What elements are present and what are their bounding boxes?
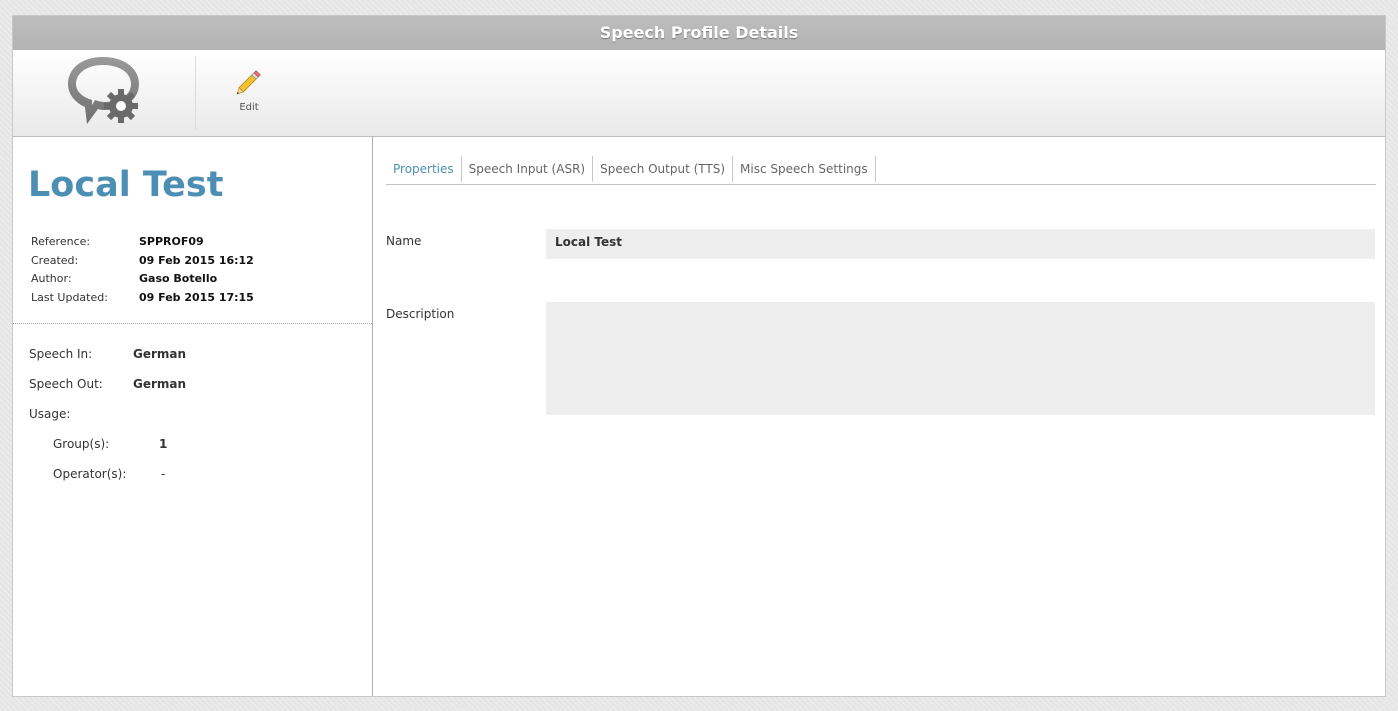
tab-speech-output[interactable]: Speech Output (TTS) bbox=[593, 156, 734, 182]
meta-label: Author: bbox=[31, 272, 72, 285]
tab-misc-speech-settings[interactable]: Misc Speech Settings bbox=[733, 156, 876, 182]
tab-speech-input[interactable]: Speech Input (ASR) bbox=[462, 156, 594, 182]
meta-value: 09 Feb 2015 17:15 bbox=[139, 290, 254, 304]
speech-in-row: Speech In: German bbox=[29, 347, 186, 377]
description-label: Description bbox=[386, 307, 455, 321]
speech-out-value: German bbox=[133, 377, 187, 391]
description-field[interactable] bbox=[546, 302, 1375, 415]
window-title: Speech Profile Details bbox=[13, 16, 1385, 50]
meta-row-last-updated: Last Updated: 09 Feb 2015 17:15 bbox=[31, 291, 254, 310]
edit-button[interactable]: Edit bbox=[229, 68, 269, 120]
section-divider bbox=[13, 323, 372, 324]
profile-stats: Speech In: German Speech Out: German Usa… bbox=[29, 347, 186, 497]
meta-value: 09 Feb 2015 16:12 bbox=[139, 253, 254, 267]
usage-row: Usage: bbox=[29, 407, 186, 437]
profile-details-panel: Properties Speech Input (ASR) Speech Out… bbox=[386, 156, 1376, 415]
operators-value: - bbox=[161, 467, 166, 481]
operators-row: Operator(s): - bbox=[29, 467, 186, 497]
toolbar-divider bbox=[195, 56, 196, 130]
groups-row: Group(s): 1 bbox=[29, 437, 186, 467]
meta-row-author: Author: Gaso Botello bbox=[31, 272, 254, 291]
meta-label: Last Updated: bbox=[31, 290, 108, 304]
meta-row-created: Created: 09 Feb 2015 16:12 bbox=[31, 254, 254, 273]
groups-value: 1 bbox=[159, 437, 168, 451]
usage-label: Usage: bbox=[29, 407, 71, 421]
meta-label: Reference: bbox=[31, 235, 91, 248]
profile-summary-panel: Local Test Reference: SPPROF09 Created: … bbox=[13, 137, 373, 696]
speech-in-label: Speech In: bbox=[29, 347, 93, 361]
meta-row-reference: Reference: SPPROF09 bbox=[31, 235, 254, 254]
speech-out-label: Speech Out: bbox=[29, 377, 103, 391]
name-label: Name bbox=[386, 234, 422, 248]
operators-label: Operator(s): bbox=[53, 467, 127, 481]
profile-title: Local Test bbox=[28, 165, 224, 205]
toolbar: Edit bbox=[13, 50, 1385, 137]
pencil-icon bbox=[236, 70, 261, 95]
speech-in-value: German bbox=[133, 347, 187, 361]
speech-profile-logo-icon bbox=[65, 54, 145, 128]
edit-label: Edit bbox=[239, 102, 259, 113]
tab-properties[interactable]: Properties bbox=[386, 156, 462, 182]
meta-label: Created: bbox=[31, 253, 79, 267]
groups-label: Group(s): bbox=[53, 437, 110, 451]
meta-value: SPPROF09 bbox=[139, 235, 204, 248]
tab-bar: Properties Speech Input (ASR) Speech Out… bbox=[386, 156, 1376, 185]
name-field[interactable]: Local Test bbox=[546, 229, 1375, 259]
speech-out-row: Speech Out: German bbox=[29, 377, 186, 407]
speech-profile-window: Speech Profile Details Edit Local Test R… bbox=[12, 15, 1386, 697]
meta-value: Gaso Botello bbox=[139, 272, 218, 285]
profile-meta: Reference: SPPROF09 Created: 09 Feb 2015… bbox=[31, 235, 254, 309]
